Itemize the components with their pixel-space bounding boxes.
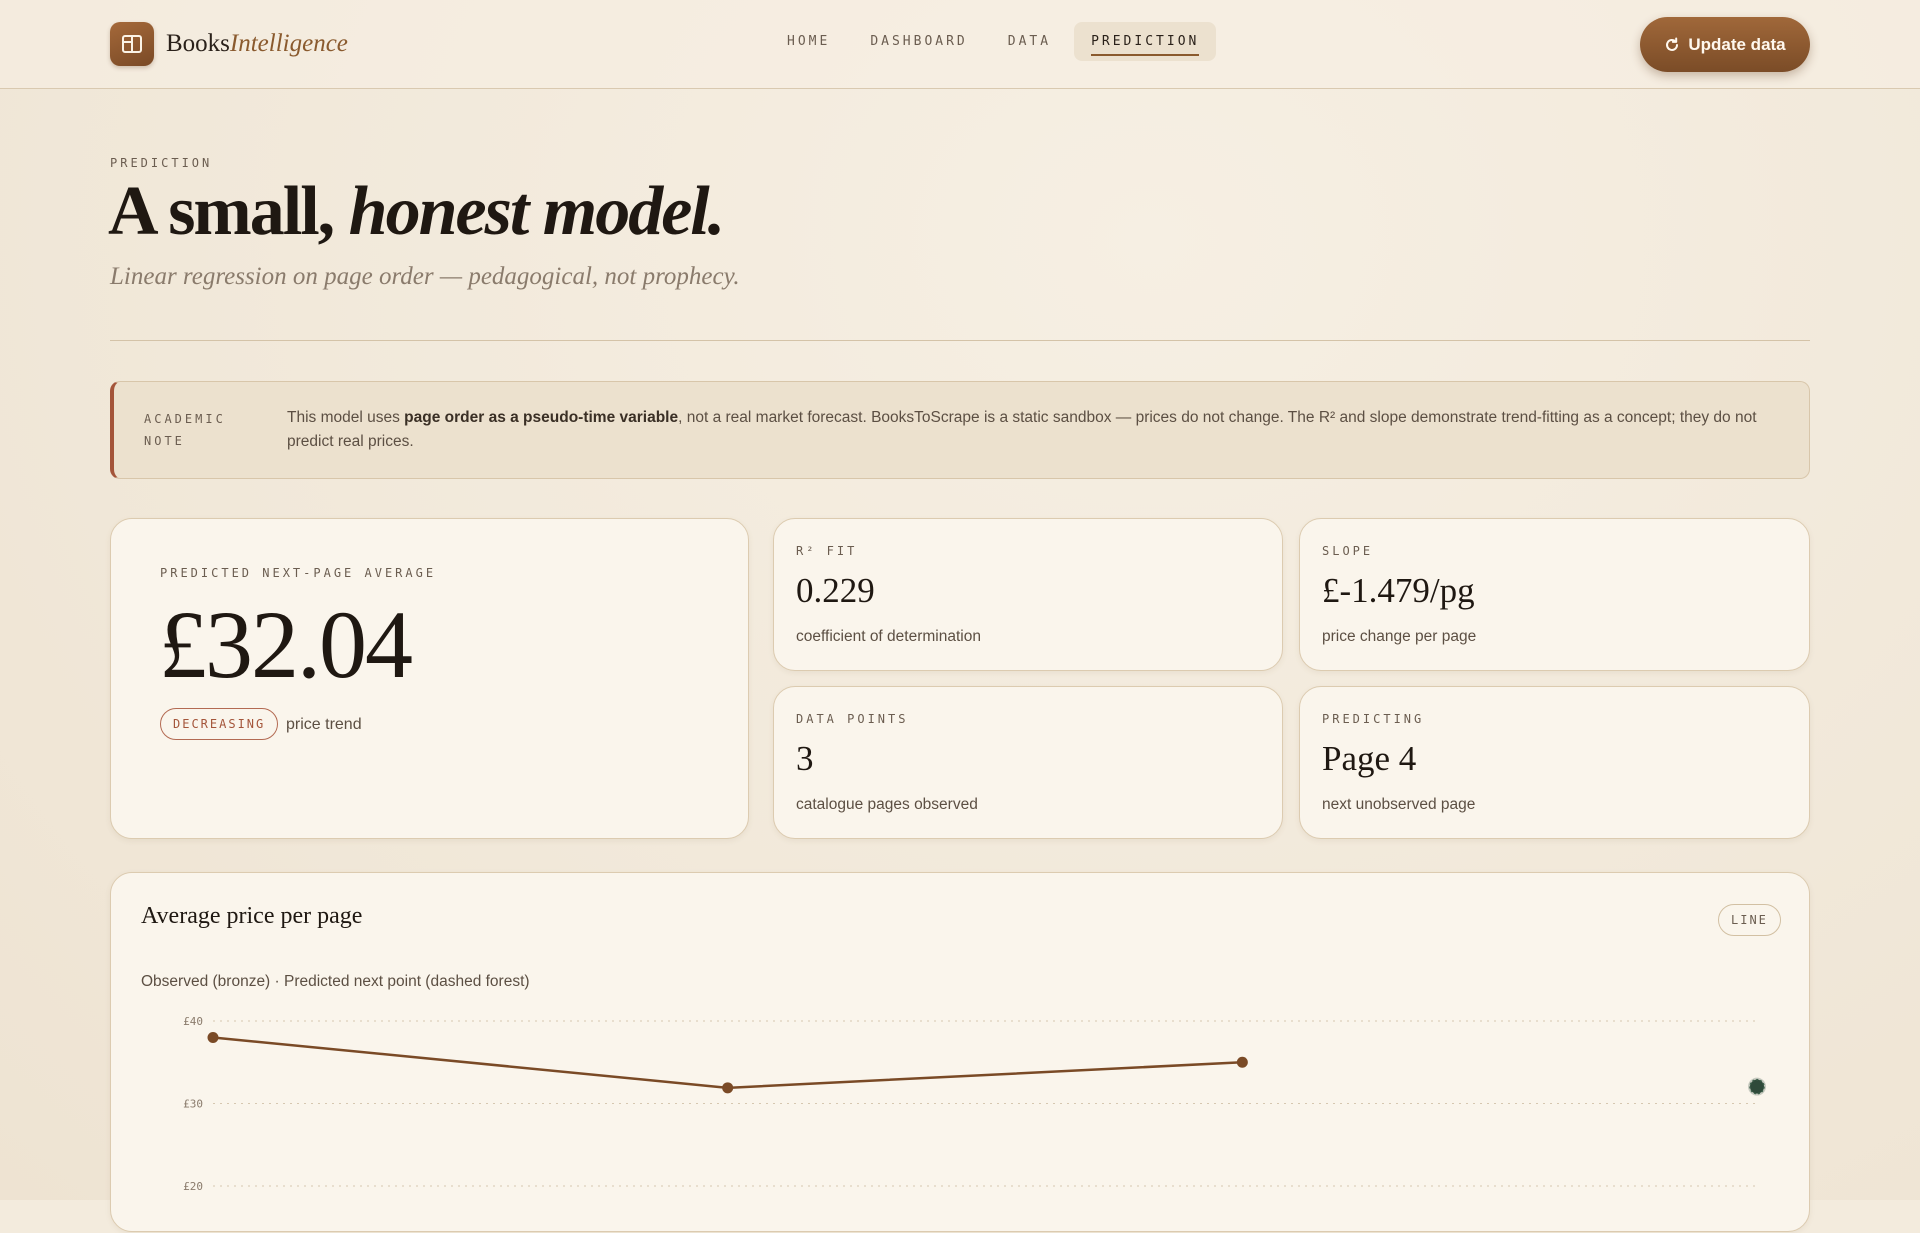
predicted-average-label: PREDICTED NEXT-PAGE AVERAGE <box>160 566 437 580</box>
update-data-label: Update data <box>1688 34 1786 54</box>
predicting-desc: next unobserved page <box>1322 796 1476 813</box>
observed-series-line <box>212 1036 1243 1090</box>
predicting-card: PREDICTING Page 4 next unobserved page <box>1299 686 1810 839</box>
y-tick-label: £30 <box>183 1098 203 1111</box>
data-points-label: DATA POINTS <box>796 712 909 726</box>
predicting-value: Page 4 <box>1322 739 1417 778</box>
nav-item-prediction-label: PREDICTION <box>1091 34 1200 56</box>
refresh-icon <box>1666 37 1679 51</box>
chart-card: Average price per page LINE Observed (br… <box>110 872 1810 1232</box>
academic-note: ACADEMIC NOTE This model uses page order… <box>110 381 1810 479</box>
header-divider <box>110 340 1810 341</box>
data-points-card: DATA POINTS 3 catalogue pages observed <box>773 686 1283 839</box>
predicted-point <box>1749 1078 1765 1095</box>
slope-value: £-1.479/pg <box>1322 571 1475 610</box>
trend-badge: DECREASING <box>160 708 279 740</box>
slope-card: SLOPE £-1.479/pg price change per page <box>1299 518 1810 671</box>
r2-card: R² FIT 0.229 coefficient of determinatio… <box>773 518 1283 671</box>
top-nav-bar: BooksIntelligence HOME DASHBOARD DATA PR… <box>0 0 1920 89</box>
data-points-desc: catalogue pages observed <box>796 796 978 813</box>
r2-value: 0.229 <box>796 571 875 610</box>
r2-label: R² FIT <box>796 544 858 558</box>
predicted-average-card: PREDICTED NEXT-PAGE AVERAGE £32.04 DECRE… <box>110 518 749 839</box>
predicted-average-value: £32.04 <box>159 591 413 698</box>
line-chart: £40 £30 £20 <box>183 1015 1766 1193</box>
page-title-plain: A small, <box>108 173 335 250</box>
y-tick-label: £40 <box>183 1015 203 1028</box>
page-title: A small, honest model. <box>108 172 726 252</box>
brand[interactable]: BooksIntelligence <box>110 22 348 66</box>
book-open-icon <box>110 22 154 66</box>
nav-item-home[interactable]: HOME <box>770 22 847 61</box>
nav-item-dashboard[interactable]: DASHBOARD <box>853 22 984 61</box>
observed-point <box>722 1082 734 1094</box>
update-data-button[interactable]: Update data <box>1640 17 1810 72</box>
trend-label: price trend <box>286 716 362 733</box>
y-tick-label: £20 <box>183 1180 203 1193</box>
observed-point <box>1236 1056 1248 1068</box>
nav-item-data[interactable]: DATA <box>991 22 1068 61</box>
academic-note-text: This model uses page order as a pseudo-t… <box>287 409 1757 450</box>
page-title-italic: honest model. <box>348 173 726 250</box>
data-points-value: 3 <box>796 739 814 778</box>
observed-point <box>207 1032 219 1043</box>
slope-label: SLOPE <box>1322 544 1374 558</box>
brand-name: BooksIntelligence <box>166 30 348 57</box>
nav-item-prediction[interactable]: PREDICTION <box>1074 22 1217 61</box>
page-eyebrow: PREDICTION <box>110 156 213 170</box>
academic-note-label: ACADEMIC NOTE <box>144 412 226 448</box>
main-nav: HOME DASHBOARD DATA PREDICTION <box>770 22 1217 61</box>
page-subtitle: Linear regression on page order — pedago… <box>110 263 740 290</box>
r2-desc: coefficient of determination <box>796 628 981 645</box>
predicting-label: PREDICTING <box>1322 712 1425 726</box>
slope-desc: price change per page <box>1322 628 1477 645</box>
